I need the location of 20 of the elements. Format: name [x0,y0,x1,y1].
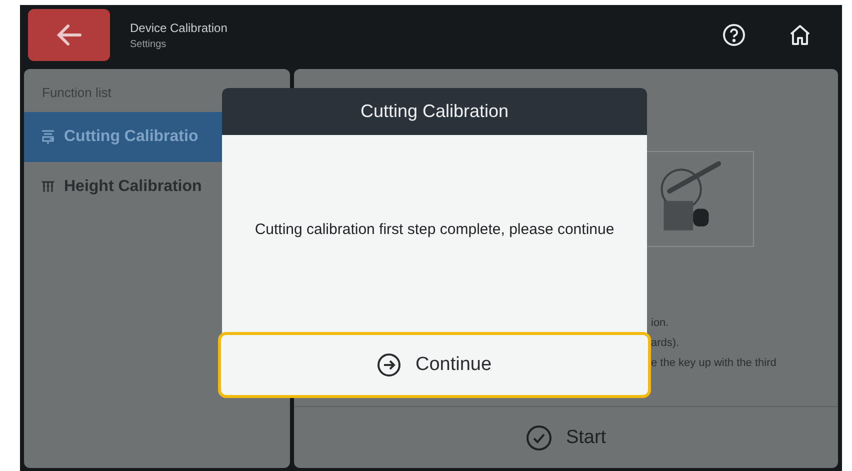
instruction-text: ards). [651,337,680,349]
start-button[interactable]: Start [294,406,838,468]
dialog-message: Cutting calibration first step complete, please continue [254,220,614,240]
cutter-icon [40,129,56,145]
back-button[interactable] [28,9,110,61]
arrow-circle-icon [377,353,402,377]
height-icon [40,179,56,195]
screen-title: Device Calibration [130,20,228,34]
dialog-title: Cutting Calibration [222,88,647,135]
instruction-text: ion. [651,317,670,329]
sidebar-item[interactable]: Height Calibration [24,162,290,212]
instruction-text: e the key up with the third [651,357,778,369]
continue-button[interactable]: Continue [218,332,651,398]
help-button[interactable] [722,23,746,47]
back-arrow-icon [55,23,83,47]
check-circle-icon [526,424,552,450]
home-icon [788,23,812,47]
screen-subtitle: Settings [130,38,168,50]
help-icon [722,23,746,47]
home-button[interactable] [788,23,812,47]
